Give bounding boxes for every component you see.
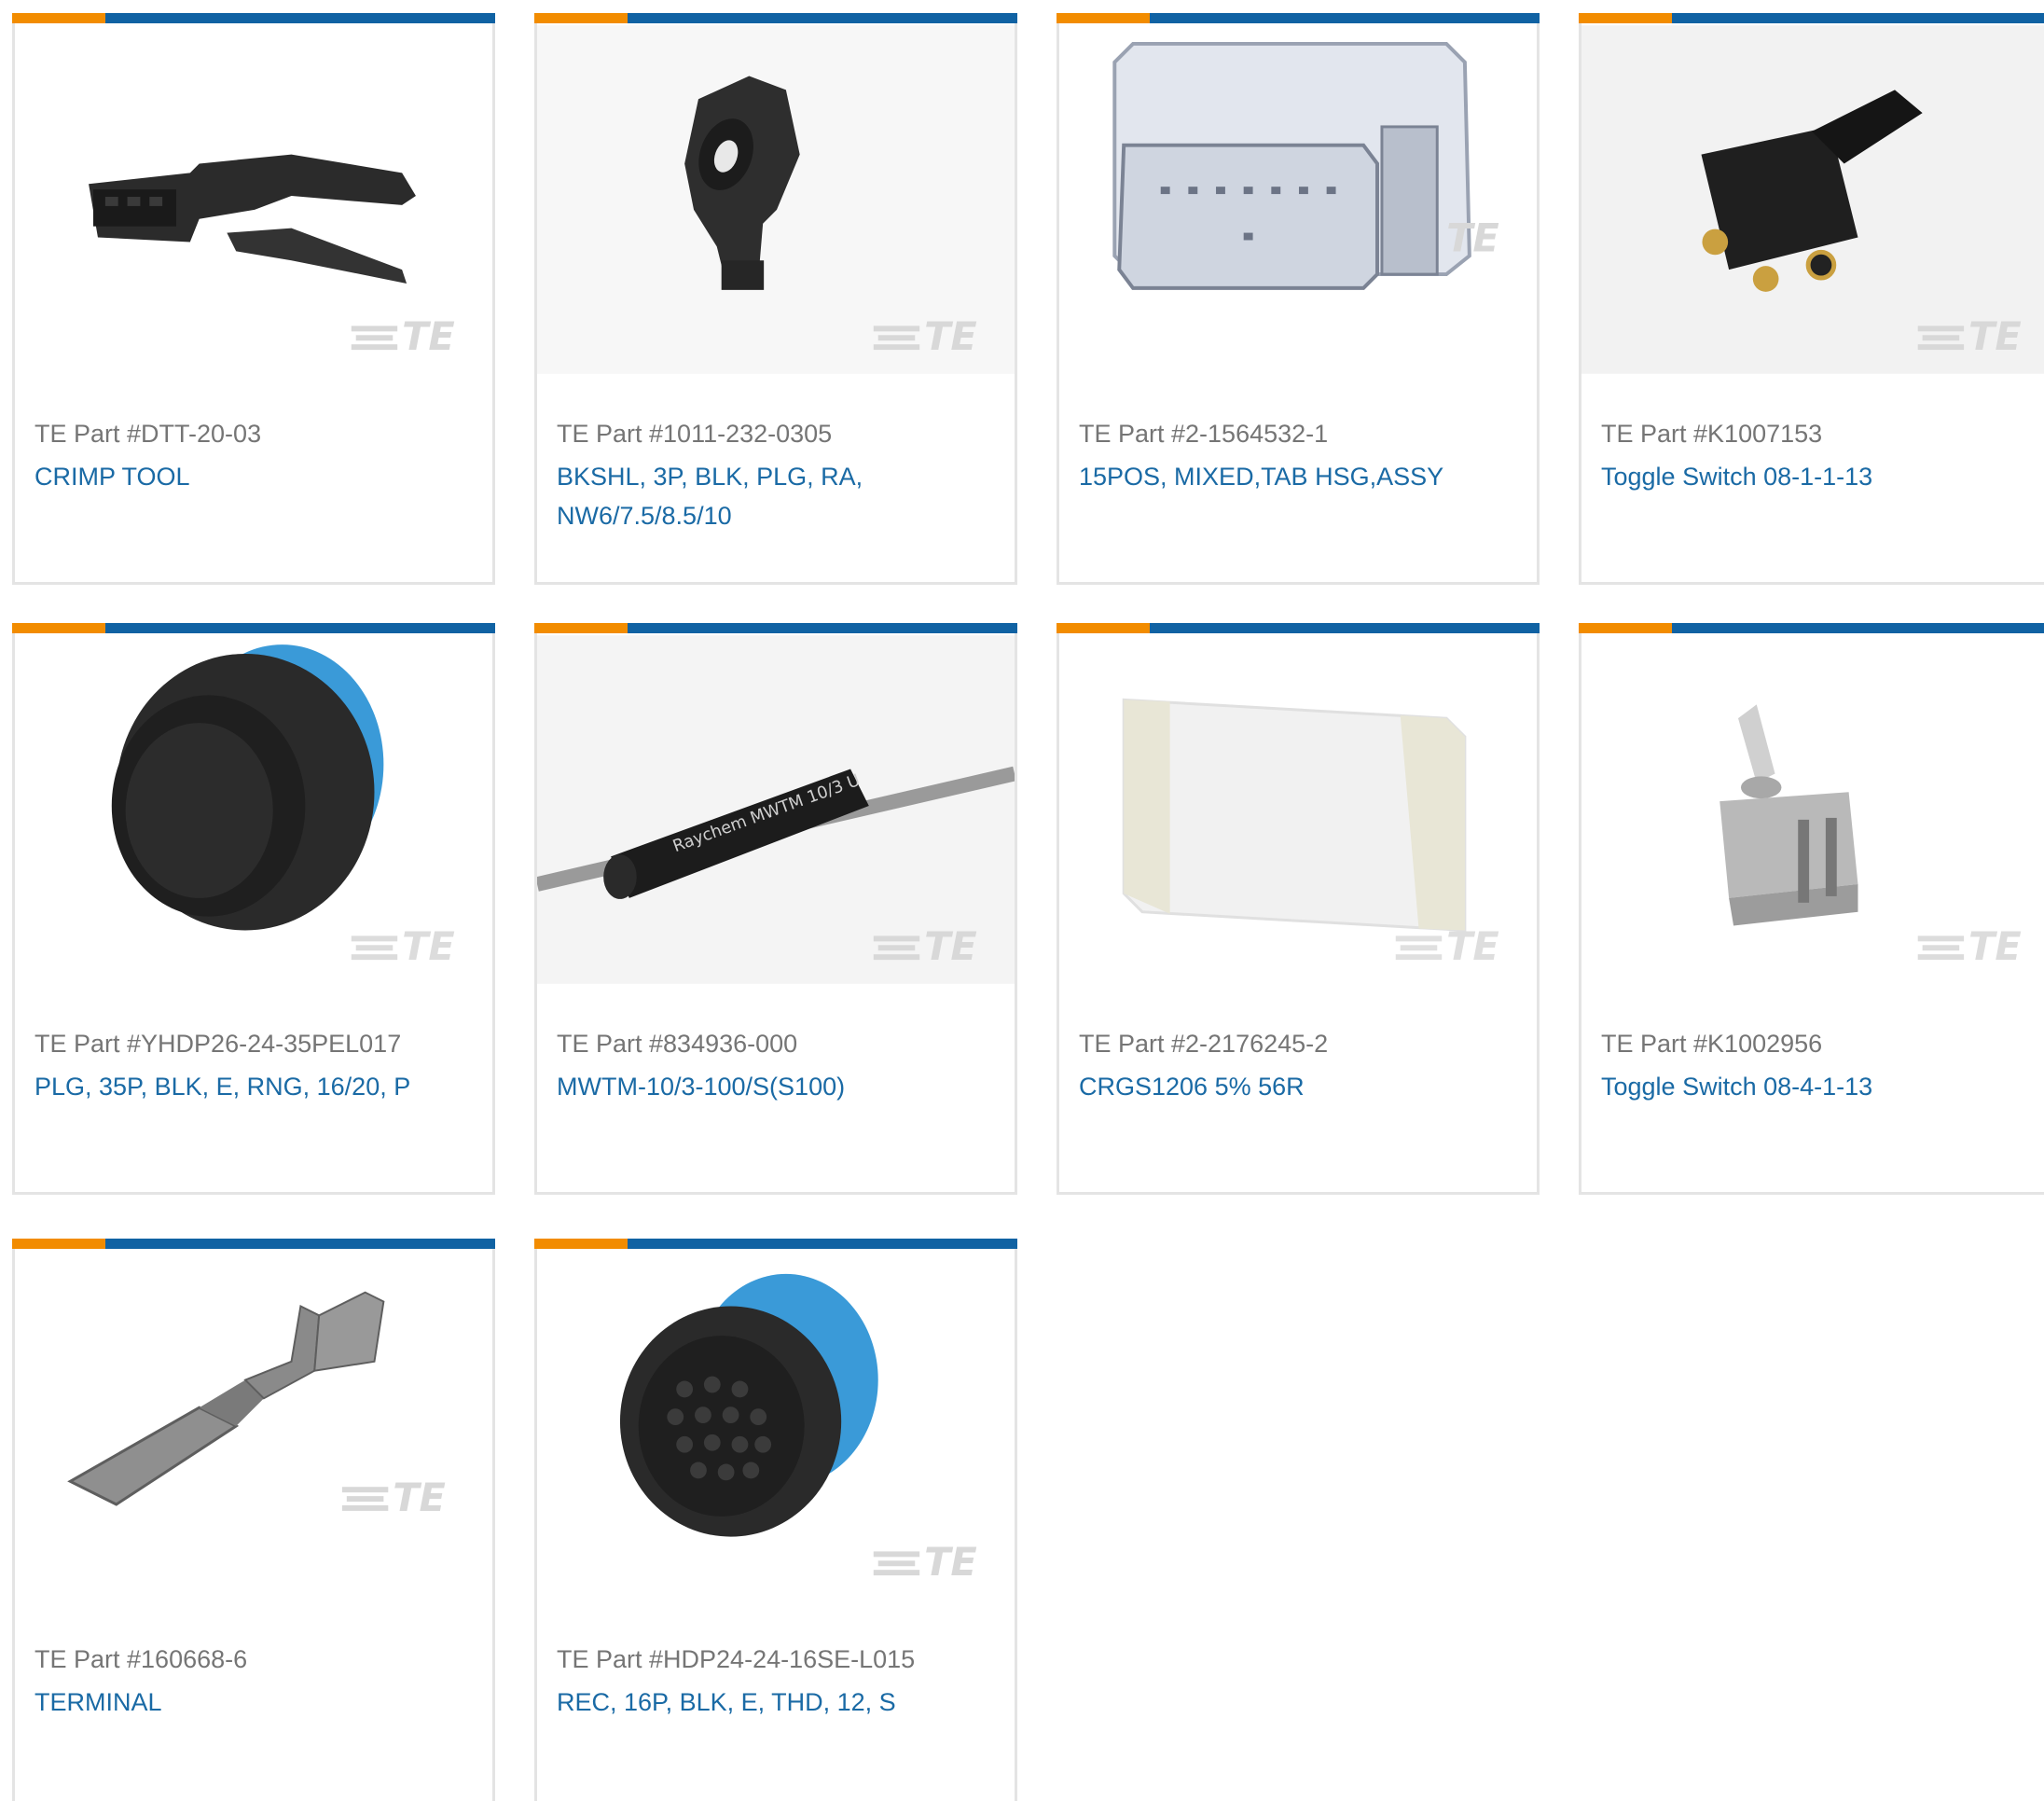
- card-accent-bar: [534, 1239, 1017, 1249]
- watermark-logo: TE: [402, 313, 455, 359]
- watermark-logo: TE: [393, 1475, 446, 1520]
- crimp-tool-icon[interactable]: TE: [15, 23, 492, 376]
- product-description-link[interactable]: TERMINAL: [35, 1683, 483, 1722]
- toggle-switch-grey-icon[interactable]: TE: [1581, 633, 2044, 986]
- card-accent-bar: [12, 1239, 495, 1249]
- watermark-logo: TE: [1968, 923, 2022, 969]
- part-number: TE Part #2-1564532-1: [1079, 420, 1329, 448]
- card-accent-bar: [534, 623, 1017, 633]
- card-accent-bar: [1057, 623, 1540, 633]
- part-number: TE Part #DTT-20-03: [35, 420, 262, 448]
- product-card[interactable]: TE TE Part #K1007153 Toggle Switch 08-1-…: [1579, 13, 2044, 585]
- part-number: TE Part #1011-232-0305: [557, 420, 833, 448]
- product-description-link[interactable]: 15POS, MIXED,TAB HSG,ASSY: [1079, 457, 1527, 496]
- product-card[interactable]: TE TE Part #1011-232-0305 BKSHL, 3P, BLK…: [534, 13, 1017, 585]
- part-number: TE Part #834936-000: [557, 1030, 798, 1058]
- watermark-logo: TE: [1446, 923, 1499, 969]
- product-description-link[interactable]: CRGS1206 5% 56R: [1079, 1067, 1527, 1106]
- watermark-logo: TE: [1968, 313, 2022, 359]
- watermark-logo: TE: [924, 313, 977, 359]
- product-card[interactable]: Raychem MWTM 10/3 U TE TE Part #834936-0…: [534, 623, 1017, 1195]
- watermark-logo: TE: [924, 1539, 977, 1585]
- product-card[interactable]: TE TE Part #160668-6 TERMINAL: [12, 1239, 495, 1801]
- circular-plug-icon[interactable]: TE: [15, 633, 492, 986]
- part-number: TE Part #K1002956: [1601, 1030, 1823, 1058]
- product-card[interactable]: TE TE Part #YHDP26-24-35PEL017 PLG, 35P,…: [12, 623, 495, 1195]
- product-description-link[interactable]: BKSHL, 3P, BLK, PLG, RA, NW6/7.5/8.5/10: [557, 457, 1005, 535]
- part-number: TE Part #YHDP26-24-35PEL017: [35, 1030, 402, 1058]
- product-card[interactable]: TE TE Part #2-1564532-1 15POS, MIXED,TAB…: [1057, 13, 1540, 585]
- circular-receptacle-icon[interactable]: TE: [537, 1249, 1015, 1601]
- watermark-logo: TE: [924, 923, 977, 969]
- tab-housing-icon[interactable]: TE: [1059, 23, 1537, 376]
- card-accent-bar: [534, 13, 1017, 23]
- heat-shrink-tube-icon[interactable]: Raychem MWTM 10/3 U TE: [537, 633, 1015, 986]
- toggle-switch-black-icon[interactable]: TE: [1581, 23, 2044, 376]
- chip-resistor-icon[interactable]: TE: [1059, 633, 1537, 986]
- card-accent-bar: [12, 623, 495, 633]
- product-card[interactable]: TE TE Part #DTT-20-03 CRIMP TOOL: [12, 13, 495, 585]
- product-description-link[interactable]: REC, 16P, BLK, E, THD, 12, S: [557, 1683, 1005, 1722]
- product-description-link[interactable]: MWTM-10/3-100/S(S100): [557, 1067, 1005, 1106]
- card-accent-bar: [1579, 13, 2044, 23]
- product-description-link[interactable]: PLG, 35P, BLK, E, RNG, 16/20, P: [35, 1067, 483, 1106]
- card-accent-bar: [12, 13, 495, 23]
- product-card[interactable]: TE TE Part #K1002956 Toggle Switch 08-4-…: [1579, 623, 2044, 1195]
- part-number: TE Part #K1007153: [1601, 420, 1823, 448]
- backshell-icon[interactable]: TE: [537, 23, 1015, 376]
- terminal-icon[interactable]: TE: [15, 1249, 492, 1601]
- product-description-link[interactable]: Toggle Switch 08-1-1-13: [1601, 457, 2042, 496]
- product-card[interactable]: TE TE Part #HDP24-24-16SE-L015 REC, 16P,…: [534, 1239, 1017, 1801]
- watermark-logo: TE: [1446, 215, 1499, 260]
- product-description-link[interactable]: CRIMP TOOL: [35, 457, 483, 496]
- part-number: TE Part #2-2176245-2: [1079, 1030, 1329, 1058]
- product-grid: TE TE Part #DTT-20-03 CRIMP TOOL TE TE P…: [0, 0, 2044, 1801]
- card-accent-bar: [1579, 623, 2044, 633]
- product-card[interactable]: TE TE Part #2-2176245-2 CRGS1206 5% 56R: [1057, 623, 1540, 1195]
- card-accent-bar: [1057, 13, 1540, 23]
- part-number: TE Part #160668-6: [35, 1645, 248, 1673]
- watermark-logo: TE: [402, 923, 455, 969]
- part-number: TE Part #HDP24-24-16SE-L015: [557, 1645, 916, 1673]
- product-description-link[interactable]: Toggle Switch 08-4-1-13: [1601, 1067, 2042, 1106]
